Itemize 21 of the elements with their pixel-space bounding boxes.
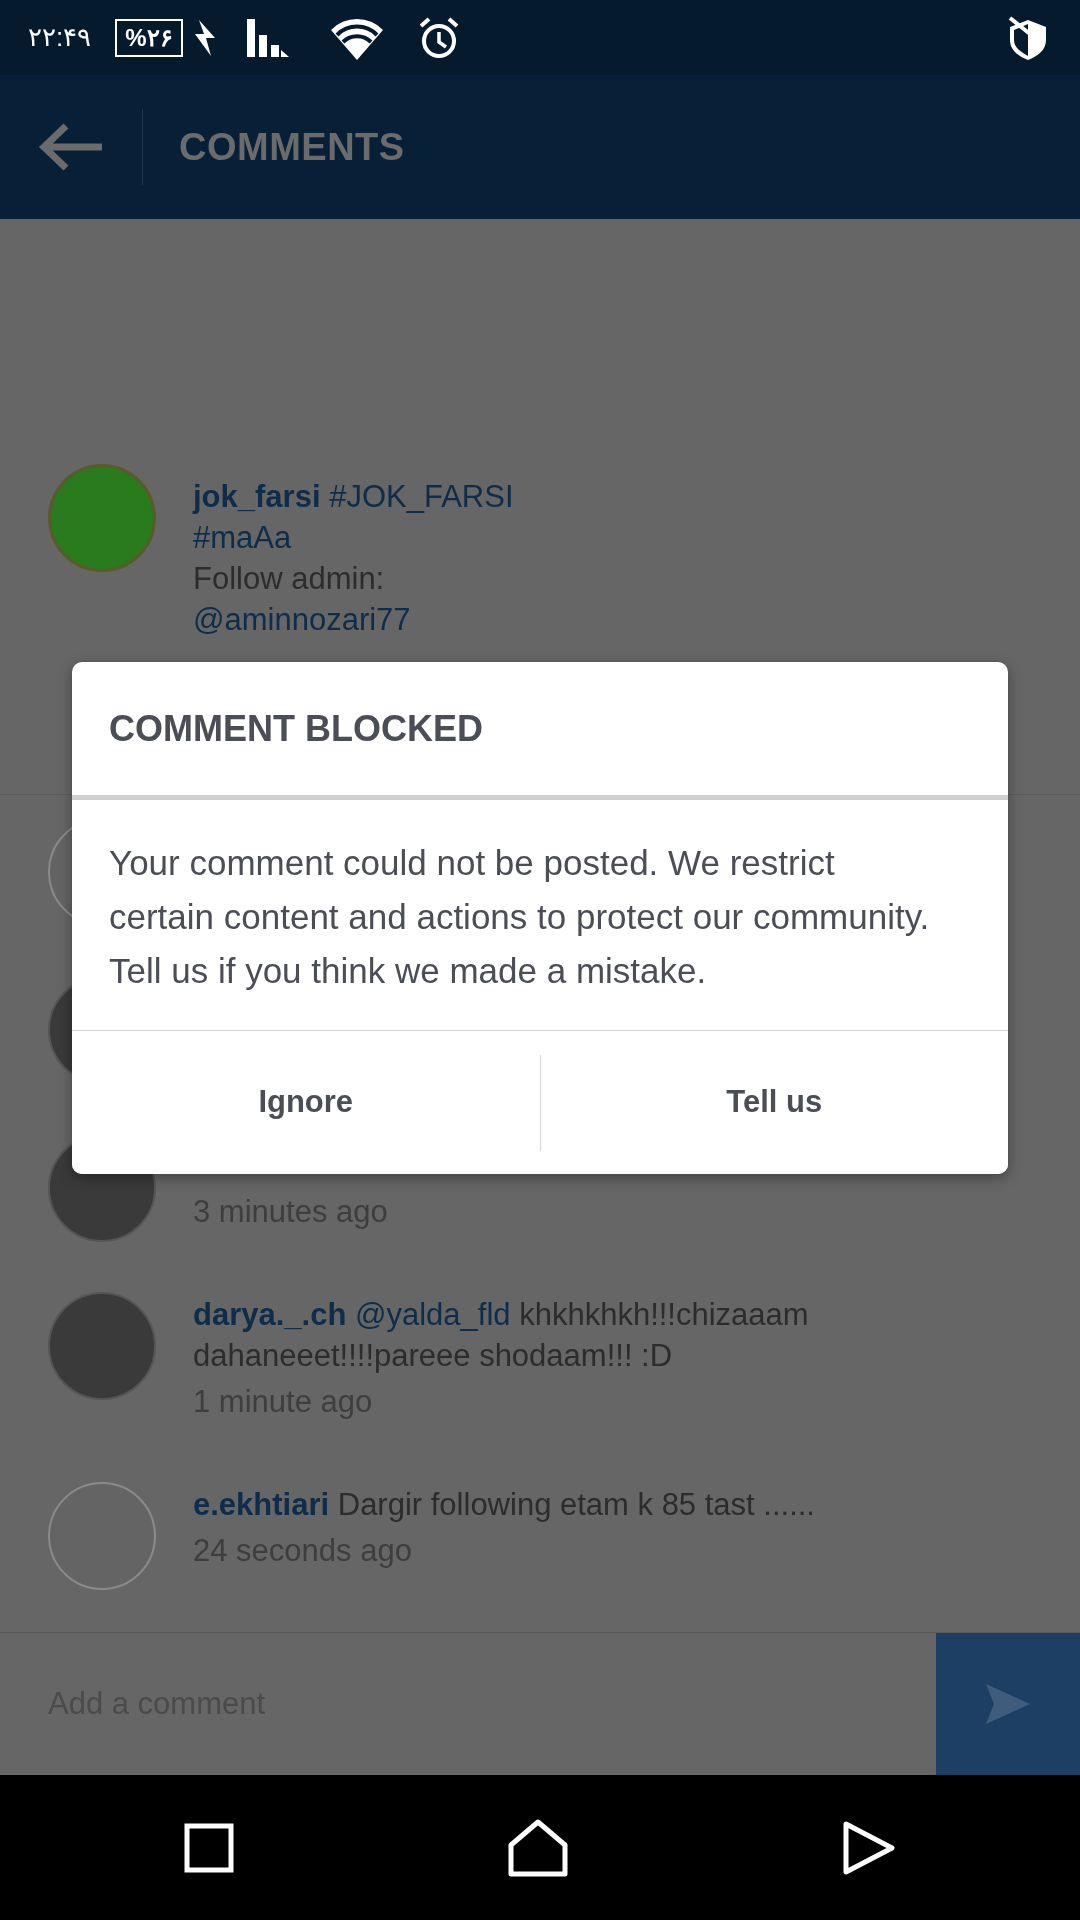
- comment-text: darya._.ch @yalda_fld khkhkhkh!!!chizaaam dahaneeet!!!!pareee shodaam!!! :D: [193, 1296, 810, 1375]
- dialog-button[interactable]: Ignore: [72, 1031, 540, 1174]
- username-link[interactable]: darya._.ch: [193, 1297, 347, 1332]
- hashtag-link[interactable]: #maAa: [193, 520, 292, 555]
- hashtag-link[interactable]: @aminnozari77: [193, 602, 411, 637]
- dialog-title: COMMENT BLOCKED: [72, 662, 1008, 800]
- send-icon: [984, 1682, 1032, 1726]
- clock-time: ۲۲:۴۹: [28, 21, 92, 54]
- dialog-button[interactable]: Tell us: [540, 1031, 1008, 1174]
- caption-text: jok_farsi #JOK_FARSI #maAa Follow admin: @aminnozari77: [193, 478, 514, 639]
- recent-apps-button[interactable]: [184, 1822, 235, 1873]
- mention-link[interactable]: @yalda_fld: [355, 1297, 511, 1332]
- battery-percent: %۲۶: [115, 18, 183, 57]
- username-link[interactable]: jok_farsi: [193, 479, 321, 514]
- back-nav-button[interactable]: [841, 1819, 896, 1876]
- username-link[interactable]: e.ekhtiari: [193, 1487, 330, 1522]
- screen-title: COMMENTS: [179, 124, 405, 170]
- hashtag-link[interactable]: #JOK_FARSI: [329, 479, 514, 514]
- signal-icon: [244, 16, 291, 59]
- home-button[interactable]: [507, 1818, 569, 1877]
- comment-text: e.ekhtiari Dargir following etam k 85 tast ......: [193, 1486, 815, 1524]
